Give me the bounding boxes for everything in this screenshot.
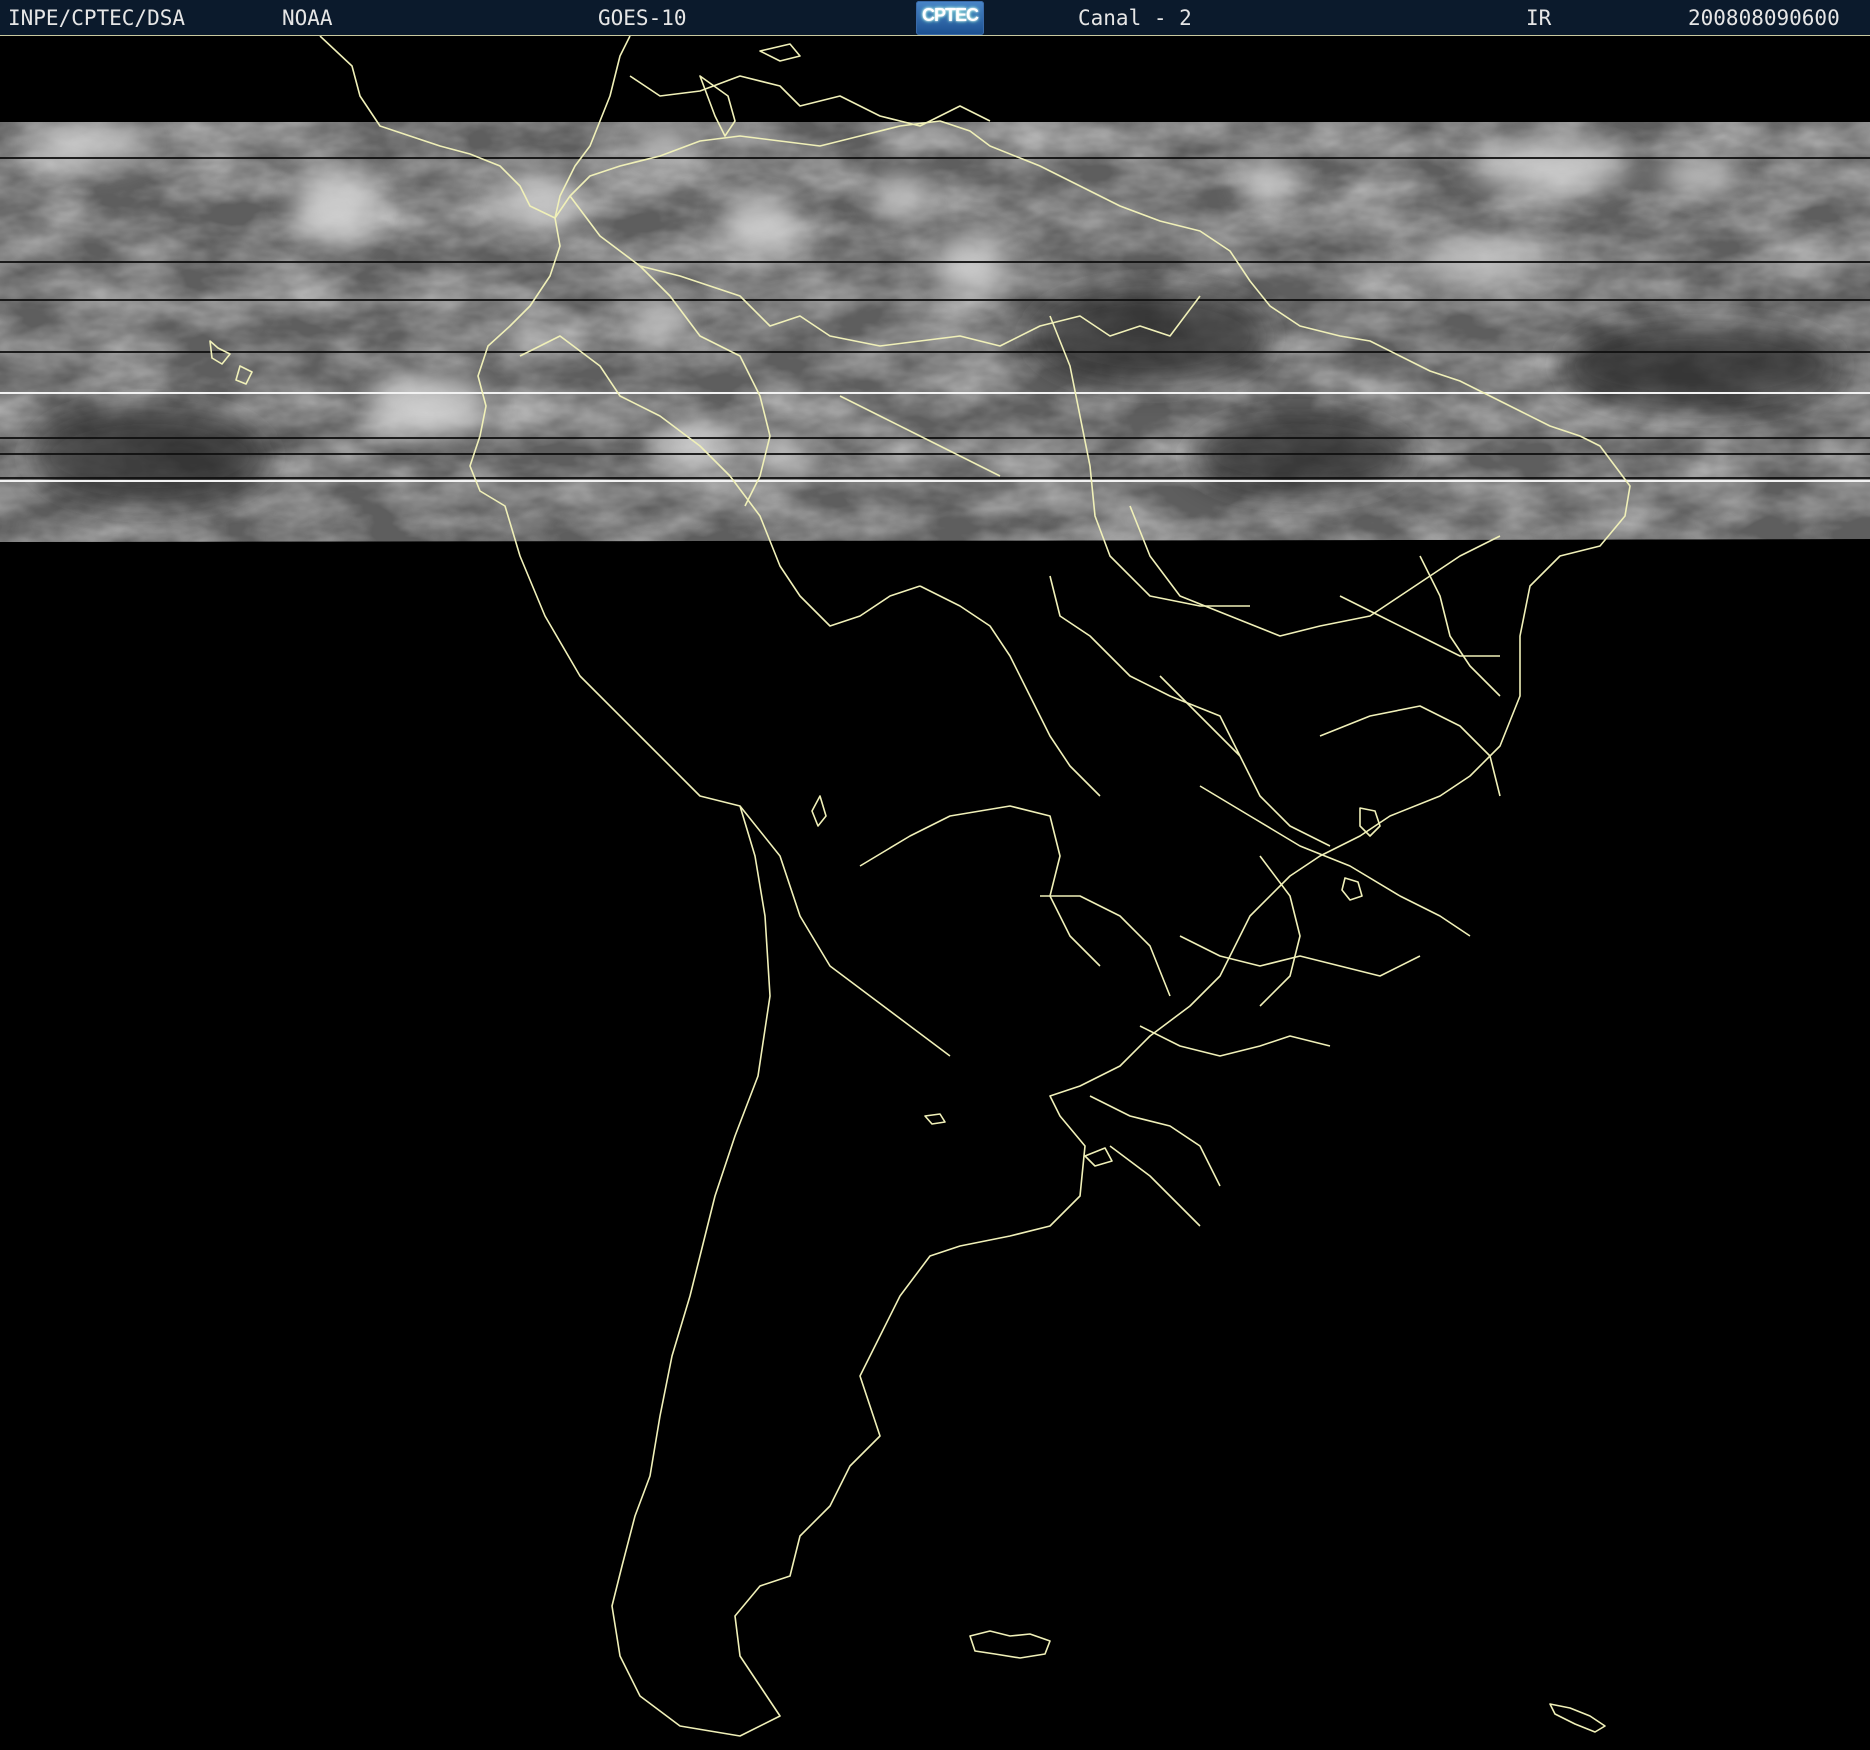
source-label: INPE/CPTEC/DSA <box>8 6 186 30</box>
cptec-logo-text: CPTEC <box>921 5 979 25</box>
channel-label: Canal - 2 <box>1078 6 1192 30</box>
satellite-map <box>0 36 1870 1737</box>
agency-label: NOAA <box>282 6 333 30</box>
image-header-bar: INPE/CPTEC/DSA NOAA GOES-10 CPTEC Canal … <box>0 0 1870 36</box>
timestamp-label: 200808090600 <box>1688 6 1840 30</box>
band-label: IR <box>1526 6 1552 30</box>
satellite-label: GOES-10 <box>598 6 687 30</box>
cptec-logo: CPTEC <box>916 1 984 35</box>
cloud-imagery-strip <box>0 122 1870 542</box>
